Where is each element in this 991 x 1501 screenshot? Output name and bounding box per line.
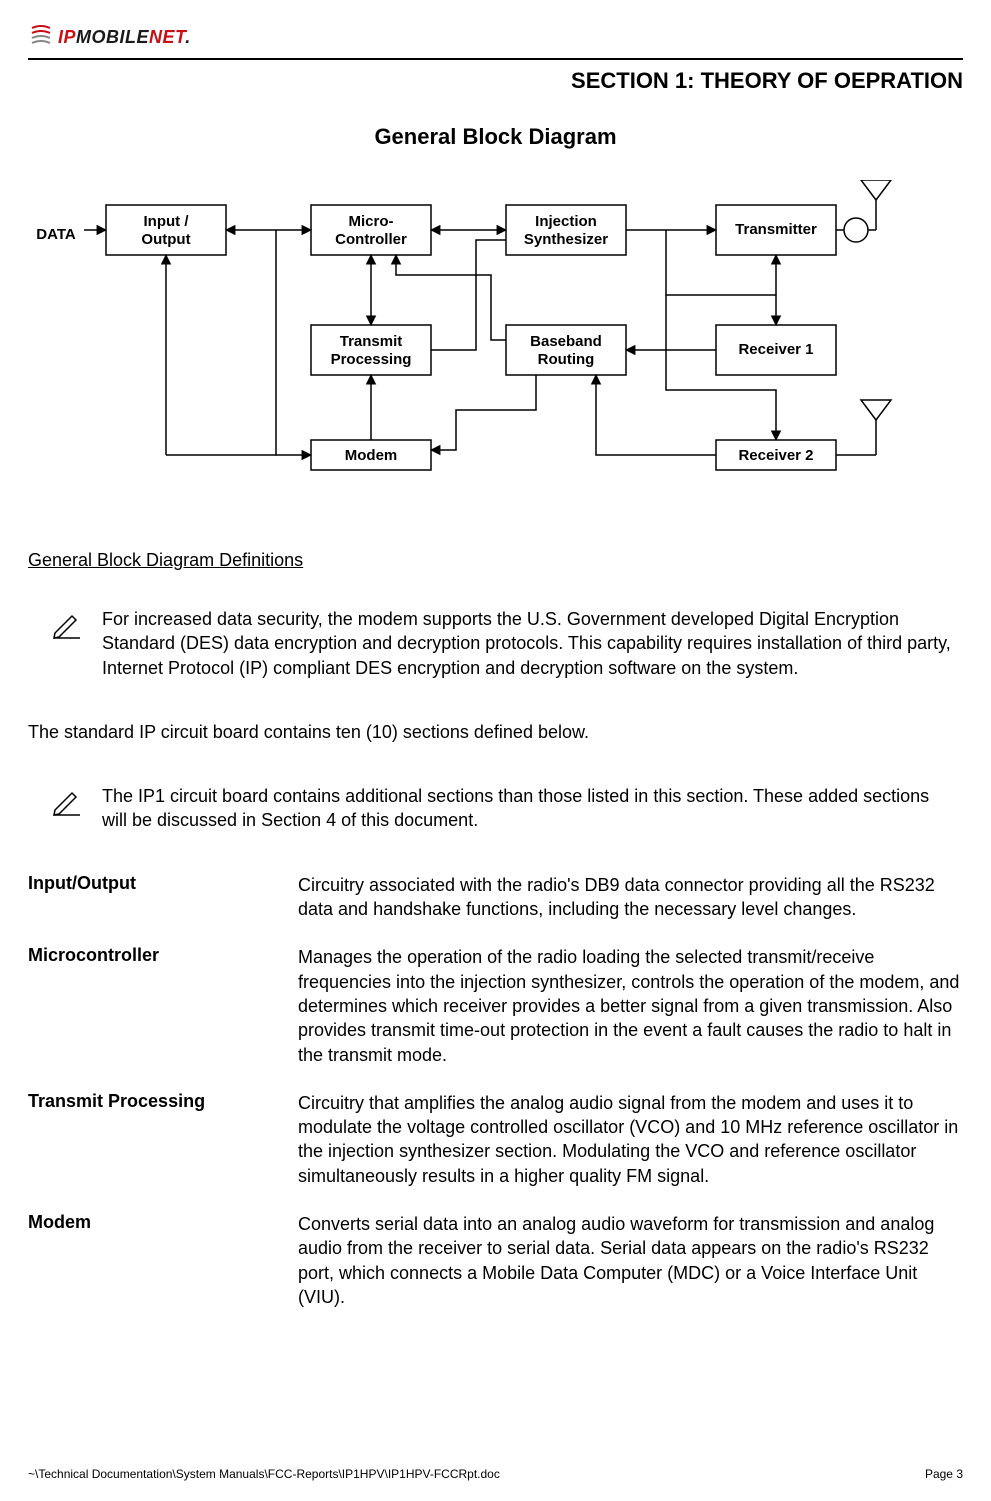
- box-input-output-l2: Output: [141, 231, 190, 248]
- footer-path: ~\Technical Documentation\System Manuals…: [28, 1467, 500, 1481]
- def-term-mc: Microcontroller: [28, 945, 298, 966]
- pencil-note-icon: [52, 786, 82, 816]
- box-micro-l1: Micro-: [348, 213, 393, 230]
- def-term-io: Input/Output: [28, 873, 298, 894]
- pencil-note-icon: [52, 609, 82, 639]
- diagram-title: General Block Diagram: [28, 124, 963, 150]
- box-injection-l2: Synthesizer: [523, 231, 607, 248]
- note-security-text: For increased data security, the modem s…: [102, 607, 953, 680]
- note-ip1: The IP1 circuit board contains additiona…: [28, 784, 963, 833]
- block-diagram: DATA Input / Output Micro- Controller In…: [28, 180, 963, 510]
- header-rule: [28, 58, 963, 60]
- def-microcontroller: Microcontroller Manages the operation of…: [28, 945, 963, 1066]
- def-desc-mc: Manages the operation of the radio loadi…: [298, 945, 963, 1066]
- logo-ip: IP: [58, 27, 76, 47]
- brand-logo: IPMOBILENET.: [28, 20, 963, 54]
- note-ip1-text: The IP1 circuit board contains additiona…: [102, 784, 953, 833]
- def-term-tp: Transmit Processing: [28, 1091, 298, 1112]
- logo-net: NET: [149, 27, 185, 47]
- box-receiver1: Receiver 1: [738, 341, 813, 358]
- antenna-tx-icon: [836, 180, 891, 242]
- box-txproc-l1: Transmit: [339, 333, 402, 350]
- box-baseband-l2: Routing: [537, 351, 594, 368]
- note-security: For increased data security, the modem s…: [28, 607, 963, 680]
- definitions-heading: General Block Diagram Definitions: [28, 550, 963, 571]
- box-baseband-l1: Baseband: [530, 333, 602, 350]
- data-label-text: DATA: [36, 226, 76, 243]
- box-micro-l2: Controller: [335, 231, 407, 248]
- section-title: SECTION 1: THEORY OF OEPRATION: [28, 68, 963, 94]
- antenna-rx-icon: [836, 400, 891, 455]
- box-receiver2: Receiver 2: [738, 447, 813, 464]
- logo-dot: .: [185, 27, 191, 47]
- page-container: IPMOBILENET. SECTION 1: THEORY OF OEPRAT…: [0, 0, 991, 1501]
- box-txproc-l2: Processing: [330, 351, 411, 368]
- box-transmitter: Transmitter: [735, 221, 817, 238]
- def-desc-io: Circuitry associated with the radio's DB…: [298, 873, 963, 922]
- box-input-output-l1: Input /: [143, 213, 189, 230]
- box-injection-l1: Injection: [535, 213, 597, 230]
- footer-page: Page 3: [925, 1467, 963, 1481]
- def-term-modem: Modem: [28, 1212, 298, 1233]
- box-modem: Modem: [344, 447, 397, 464]
- body-sections-intro: The standard IP circuit board contains t…: [28, 720, 963, 744]
- logo-mobile: MOBILE: [76, 27, 149, 47]
- page-footer: ~\Technical Documentation\System Manuals…: [28, 1467, 963, 1481]
- def-transmit-processing: Transmit Processing Circuitry that ampli…: [28, 1091, 963, 1188]
- def-modem: Modem Converts serial data into an analo…: [28, 1212, 963, 1309]
- logo-waves-icon: [28, 24, 54, 50]
- def-desc-tp: Circuitry that amplifies the analog audi…: [298, 1091, 963, 1188]
- def-desc-modem: Converts serial data into an analog audi…: [298, 1212, 963, 1309]
- logo-text: IPMOBILENET.: [58, 27, 191, 48]
- def-input-output: Input/Output Circuitry associated with t…: [28, 873, 963, 922]
